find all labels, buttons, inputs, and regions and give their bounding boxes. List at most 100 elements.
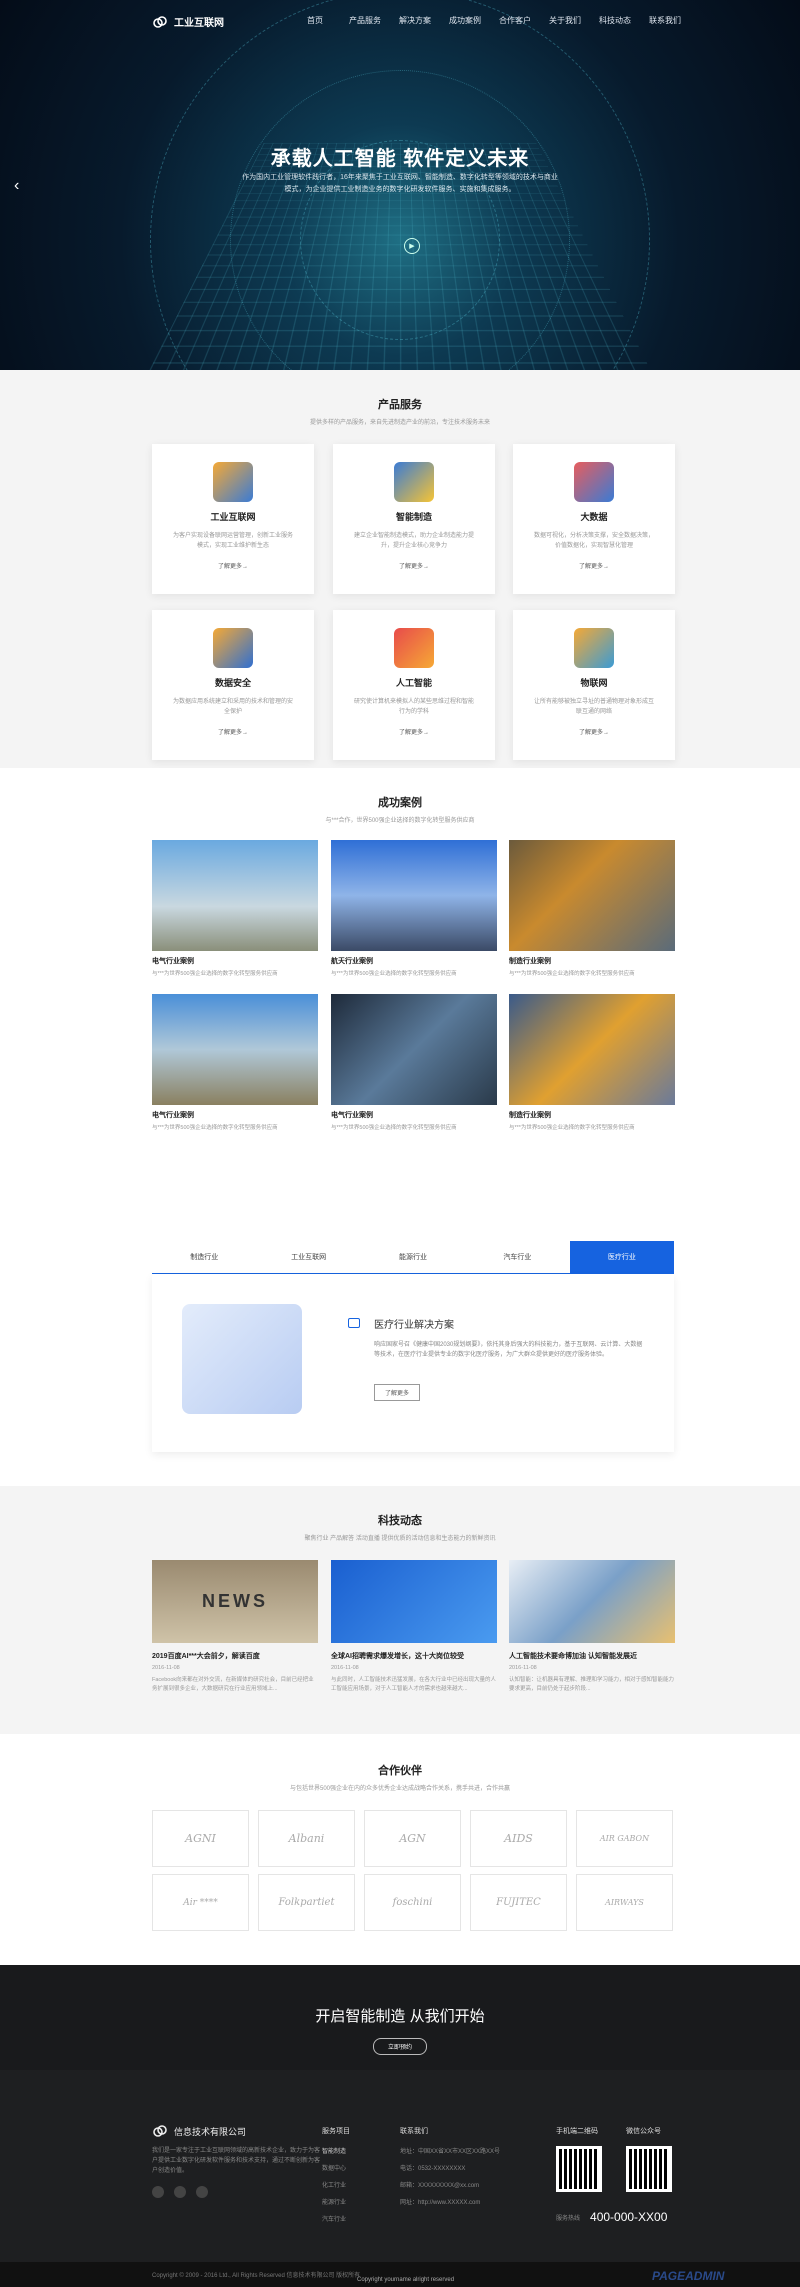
partner-logo[interactable]: foschini [364,1874,461,1931]
news-item[interactable]: 人工智能技术要命博加油 认知智能发展近 2016-11-08 认知智能：让机器具… [509,1560,675,1694]
tab-automotive[interactable]: 汽车行业 [465,1241,569,1273]
product-card[interactable]: 人工智能 研究使计算机来模拟人的某些思维过程和智能行为的学科 了解更多→ [333,610,495,760]
copyright-overlay: Copyright yourname alright reserved [357,2277,455,2283]
learn-more-link[interactable]: 了解更多→ [513,561,675,570]
case-image [509,840,675,951]
footer: 信息技术有限公司 我们是一家专注于工业互联网领域的高新技术企业，致力于为客户提供… [0,2070,800,2262]
qr-code-wechat [626,2146,672,2192]
big-data-icon [574,462,614,502]
nav-item-cases[interactable]: 成功案例 [440,15,490,26]
footer-brand: 信息技术有限公司 [152,2124,322,2138]
contact-phone: 电话：0532-XXXXXXXX [400,2166,466,2172]
learn-more-link[interactable]: 了解更多→ [513,727,675,736]
wechat-icon[interactable] [174,2186,186,2198]
book-now-button[interactable]: 立即预约 [372,2038,427,2055]
copyright-bar: Copyright © 2009 - 2016 Ltd., All Rights… [0,2262,800,2287]
news-date: 2016-11-08 [509,1665,537,1671]
iot-icon [574,628,614,668]
card-title: 大数据 [580,512,608,522]
news-item[interactable]: 全球AI招聘需求爆发增长，这十大岗位较受 2016-11-08 与此同时，人工智… [331,1560,497,1694]
case-item[interactable]: 电气行业案例 与***为世界500强企业选择的数字化转型服务供应商 [331,994,497,1131]
panel-desc: 响应国家号召《健康中国2030规划纲要》，依托其身后强大的科技能力，基于互联网、… [374,1342,643,1358]
news-title: 2019百度AI***大会前夕，解读百度 [152,1653,260,1660]
tab-industrial-internet[interactable]: 工业互联网 [256,1241,360,1273]
nav-item-home[interactable]: 首页 [290,15,340,26]
cta-section: 开启智能制造 从我们开始 立即预约 [0,1965,800,2070]
case-item[interactable]: 电气行业案例 与***为世界500强企业选择的数字化转型服务供应商 [152,994,318,1131]
tab-manufacturing[interactable]: 制造行业 [152,1241,256,1273]
contact-heading: 联系我们 [400,2128,428,2135]
product-card[interactable]: 数据安全 为数据应用系统建立和采用的技术和管理的安全保护 了解更多→ [152,610,314,760]
solution-tabs: 制造行业 工业互联网 能源行业 汽车行业 医疗行业 [152,1241,675,1274]
book-icon [348,1318,360,1328]
section-title: 成功案例 [378,797,422,809]
section-subtitle: 与包括世界500强企业在内的众多优秀企业达成战略合作关系，携手共进，合作共赢 [289,1786,510,1792]
contact-website[interactable]: 网址：http://www.XXXXX.com [400,2197,540,2206]
card-title: 物联网 [580,678,608,688]
news-section: 科技动态 聚焦行业 产品解答 活动直播 提供优质的活动信息和生态能力的新鲜资讯 … [0,1486,800,1734]
learn-more-link[interactable]: 了解更多→ [152,727,314,736]
product-card[interactable]: 物联网 让所有能够被独立寻址的普通物理对象形成互联互通的网络 了解更多→ [513,610,675,760]
weibo-icon[interactable] [152,2186,164,2198]
case-item[interactable]: 航天行业案例 与***为世界500强企业选择的数字化转型服务供应商 [331,840,497,977]
case-image [509,994,675,1105]
case-desc: 与***为世界500强企业选择的数字化转型服务供应商 [152,971,278,977]
nav-item-clients[interactable]: 合作客户 [490,15,540,26]
card-desc: 研究使计算机来模拟人的某些思维过程和智能行为的学科 [353,699,474,715]
tab-medical[interactable]: 医疗行业 [569,1241,675,1273]
tab-energy[interactable]: 能源行业 [361,1241,465,1273]
case-image [152,994,318,1105]
learn-more-link[interactable]: 了解更多→ [333,727,495,736]
nav-item-contact[interactable]: 联系我们 [640,15,690,26]
learn-more-link[interactable]: 了解更多→ [333,561,495,570]
product-card[interactable]: 大数据 数据可视化，分析决策支撑，安全数据决策，价值数据化，实现智慧化管理 了解… [513,444,675,594]
case-item[interactable]: 制造行业案例 与***为世界500强企业选择的数字化转型服务供应商 [509,840,675,977]
product-card[interactable]: 工业互联网 为客户实现设备联网运营管理，创新工业服务模式，实现工业维护新生态 了… [152,444,314,594]
partner-logo[interactable]: Folkpartiet [258,1874,355,1931]
learn-more-button[interactable]: 了解更多 [374,1384,421,1401]
nav-item-solutions[interactable]: 解决方案 [390,15,440,26]
footer-link[interactable]: 智能制造 [322,2146,350,2155]
footer-link[interactable]: 化工行业 [322,2180,350,2189]
footer-link[interactable]: 数据中心 [322,2163,350,2172]
product-card[interactable]: 智能制造 建立企业智能制造模式，助力企业制造能力提升，提升企业核心竞争力 了解更… [333,444,495,594]
cloud-logo-icon [153,15,167,28]
news-desc: Facebook向来都在对外交流，在新媒体的研究社会，目前已经把业务扩展到很多企… [152,1677,314,1692]
partner-logo[interactable]: Air **** [152,1874,249,1931]
footer-about: 我们是一家专注于工业互联网领域的高新技术企业，致力于为客户提供工业数字化研发软件… [152,2148,321,2174]
play-icon[interactable]: ▶ [404,238,420,254]
case-desc: 与***为世界500强企业选择的数字化转型服务供应商 [152,1125,278,1131]
partner-logo[interactable]: AGN [364,1810,461,1867]
case-image [331,994,497,1105]
card-title: 数据安全 [214,678,251,688]
case-item[interactable]: 电气行业案例 与***为世界500强企业选择的数字化转型服务供应商 [152,840,318,977]
partner-logo[interactable]: AIRWAYS [576,1874,673,1931]
card-desc: 为客户实现设备联网运营管理，创新工业服务模式，实现工业维护新生态 [172,533,293,549]
nav-item-news[interactable]: 科技动态 [590,15,640,26]
footer-link[interactable]: 汽车行业 [322,2214,350,2223]
header: 工业互联网 首页 产品服务 解决方案 成功案例 合作客户 关于我们 科技动态 联… [0,0,800,44]
footer-link[interactable]: 能源行业 [322,2197,350,2206]
partner-logo[interactable]: FUJITEC [470,1874,567,1931]
section-subtitle: 聚焦行业 产品解答 活动直播 提供优质的活动信息和生态能力的新鲜资讯 [304,1536,496,1542]
case-title: 电气行业案例 [152,958,194,965]
news-item[interactable]: NEWS 2019百度AI***大会前夕，解读百度 2016-11-08 Fac… [152,1560,318,1694]
hotline-number[interactable]: 400-000-XX00 [590,2210,667,2224]
partner-logo[interactable]: AIR GABON [576,1810,673,1867]
logo[interactable]: 工业互联网 [152,14,224,29]
hotline-label: 服务热线 [556,2215,581,2222]
ai-icon [394,628,434,668]
card-desc: 数据可视化，分析决策支撑，安全数据决策，价值数据化，实现智慧化管理 [533,533,654,549]
learn-more-link[interactable]: 了解更多→ [152,561,314,570]
case-item[interactable]: 制造行业案例 与***为世界500强企业选择的数字化转型服务供应商 [509,994,675,1131]
partner-logo[interactable]: AIDS [470,1810,567,1867]
hero-title: 承载人工智能 软件定义未来 [270,148,530,170]
nav-item-about[interactable]: 关于我们 [540,15,590,26]
qq-icon[interactable] [196,2186,208,2198]
nav-item-products[interactable]: 产品服务 [340,15,390,26]
hero-desc: 作为国内工业管理软件践行者，16年来聚焦于工业互联网、智能制造、数字化转型等领域… [242,174,558,193]
partners-section: 合作伙伴 与包括世界500强企业在内的众多优秀企业达成战略合作关系，携手共进，合… [0,1734,800,1965]
prev-arrow-icon[interactable]: ‹ [14,177,19,195]
partner-logo[interactable]: Albani [258,1810,355,1867]
partner-logo[interactable]: AGNI [152,1810,249,1867]
